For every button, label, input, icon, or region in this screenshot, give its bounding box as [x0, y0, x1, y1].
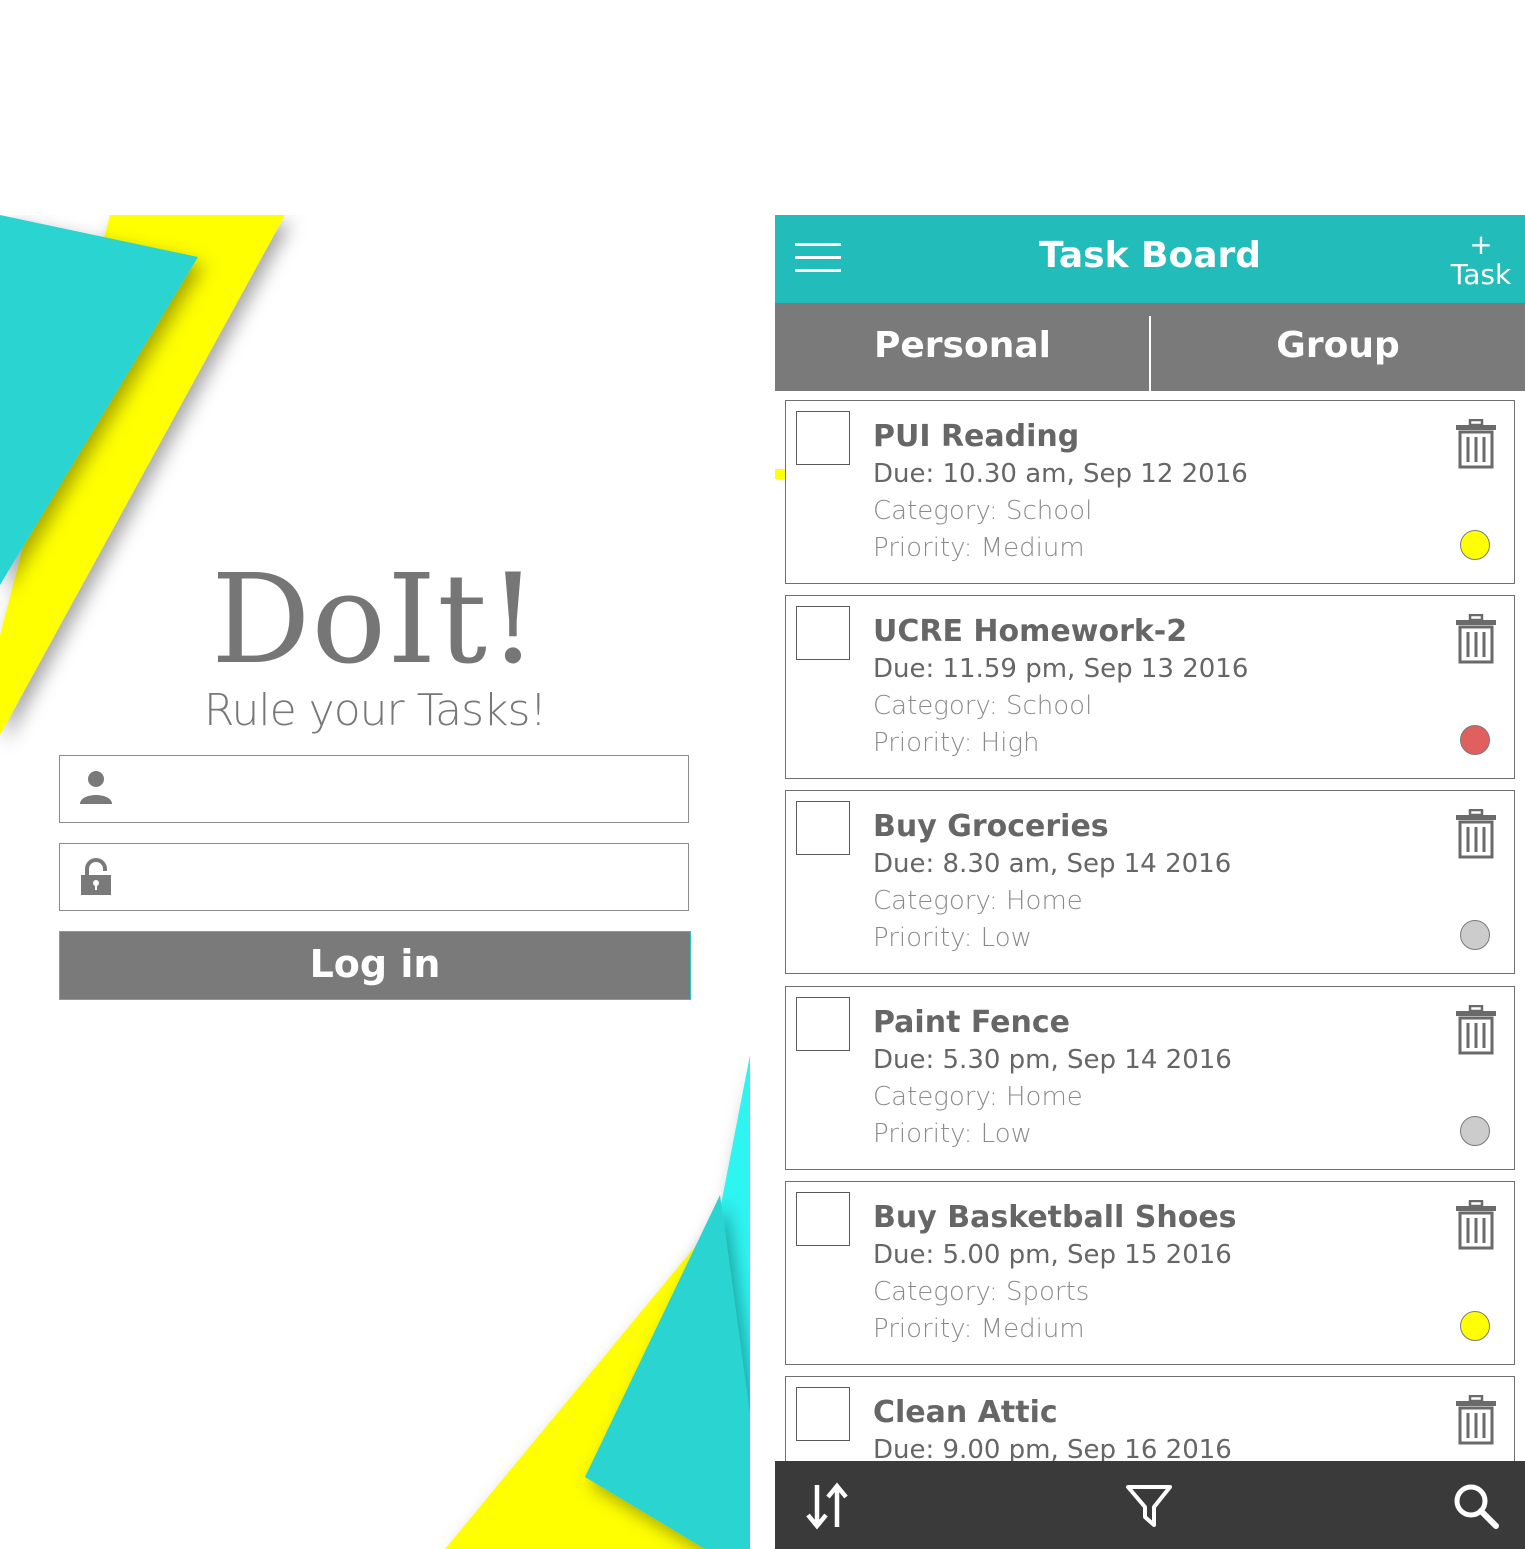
lock-icon: [81, 858, 111, 895]
app-title: DoIt!: [211, 548, 539, 692]
task-name: Buy Basketball Shoes: [873, 1200, 1237, 1235]
username-input[interactable]: [134, 766, 678, 814]
task-card[interactable]: Buy Groceries Due: 8.30 am, Sep 14 2016 …: [785, 790, 1515, 974]
task-board-screen: Task Board + Task Personal Group PUI Rea…: [775, 215, 1525, 1549]
task-priority: Priority: Medium: [873, 1314, 1085, 1344]
task-name: Paint Fence: [873, 1005, 1070, 1040]
password-input[interactable]: [134, 854, 678, 902]
bottom-toolbar: [775, 1461, 1525, 1549]
task-priority: Priority: Low: [873, 923, 1032, 953]
task-category: Category: Sports: [873, 1277, 1090, 1307]
trash-icon[interactable]: [1454, 1200, 1498, 1250]
trash-icon[interactable]: [1454, 1005, 1498, 1055]
task-checkbox[interactable]: [796, 801, 850, 855]
add-task-label: Task: [1450, 258, 1512, 291]
task-name: PUI Reading: [873, 419, 1080, 454]
login-screen: DoIt! Rule your Tasks! Log in: [0, 215, 750, 1549]
task-category: Category: School: [873, 691, 1093, 721]
priority-indicator: [1460, 530, 1490, 560]
task-due-date: Due: 8.30 am, Sep 14 2016: [873, 849, 1232, 879]
user-icon: [80, 771, 112, 804]
page-title: Task Board: [1038, 235, 1262, 276]
task-card[interactable]: PUI Reading Due: 10.30 am, Sep 12 2016 C…: [785, 400, 1515, 584]
task-due-date: Due: 5.00 pm, Sep 15 2016: [873, 1240, 1232, 1270]
task-due-date: Due: 5.30 pm, Sep 14 2016: [873, 1045, 1232, 1075]
task-checkbox[interactable]: [796, 411, 850, 465]
tab-personal[interactable]: Personal: [775, 303, 1150, 391]
priority-indicator: [1460, 1311, 1490, 1341]
task-card[interactable]: Buy Basketball Shoes Due: 5.00 pm, Sep 1…: [785, 1181, 1515, 1365]
search-icon[interactable]: [1451, 1481, 1501, 1531]
task-name: UCRE Homework-2: [873, 614, 1188, 649]
task-checkbox[interactable]: [796, 1192, 850, 1246]
task-category: Category: Home: [873, 1082, 1083, 1112]
priority-indicator: [1460, 725, 1490, 755]
task-checkbox[interactable]: [796, 997, 850, 1051]
plus-icon: +: [1469, 228, 1493, 261]
username-field[interactable]: [59, 755, 689, 823]
task-card[interactable]: Paint Fence Due: 5.30 pm, Sep 14 2016 Ca…: [785, 986, 1515, 1170]
task-name: Buy Groceries: [873, 809, 1109, 844]
task-checkbox[interactable]: [796, 606, 850, 660]
task-category: Category: Home: [873, 886, 1083, 916]
app-header: Task Board + Task: [775, 215, 1525, 303]
tab-group[interactable]: Group: [1151, 303, 1525, 391]
filter-icon[interactable]: [1124, 1481, 1174, 1531]
task-name: Clean Attic: [873, 1395, 1058, 1430]
task-priority: Priority: Low: [873, 1119, 1032, 1149]
trash-icon[interactable]: [1454, 419, 1498, 469]
tab-bar: Personal Group: [775, 303, 1525, 479]
task-checkbox[interactable]: [796, 1387, 850, 1441]
trash-icon[interactable]: [1454, 614, 1498, 664]
task-category: Category: School: [873, 496, 1093, 526]
task-due-date: Due: 11.59 pm, Sep 13 2016: [873, 654, 1249, 684]
login-button[interactable]: Log in: [59, 931, 691, 1000]
task-due-date: Due: 10.30 am, Sep 12 2016: [873, 459, 1248, 489]
password-field[interactable]: [59, 843, 689, 911]
add-task-button[interactable]: + Task: [1447, 231, 1515, 291]
trash-icon[interactable]: [1454, 809, 1498, 859]
priority-indicator: [1460, 1116, 1490, 1146]
task-card[interactable]: UCRE Homework-2 Due: 11.59 pm, Sep 13 20…: [785, 595, 1515, 779]
sort-icon[interactable]: [803, 1481, 853, 1531]
task-priority: Priority: Medium: [873, 533, 1085, 563]
app-tagline: Rule your Tasks!: [203, 685, 547, 736]
task-priority: Priority: High: [873, 728, 1040, 758]
trash-icon[interactable]: [1454, 1395, 1498, 1445]
priority-indicator: [1460, 920, 1490, 950]
